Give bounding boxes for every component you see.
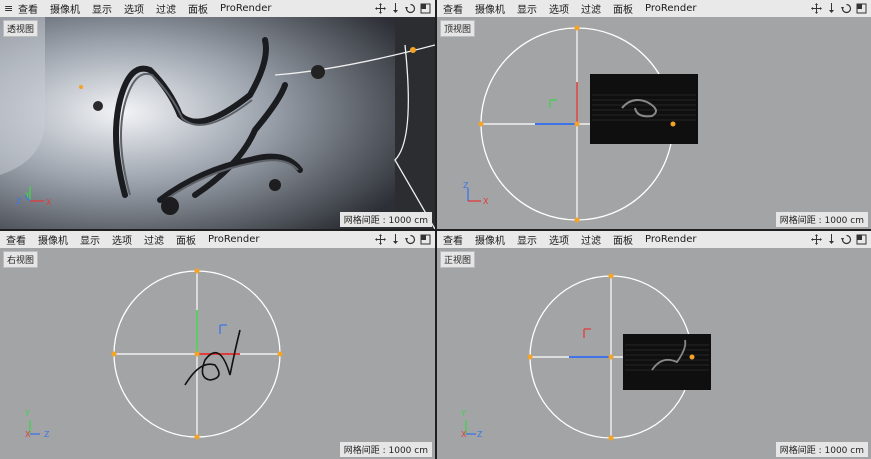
rotate-view-icon[interactable] bbox=[405, 234, 416, 245]
grid-spacing-info: 网格间距 : 1000 cm bbox=[775, 212, 868, 227]
axis-x-label: X bbox=[461, 430, 467, 439]
menu-prorender[interactable]: ProRender bbox=[645, 234, 696, 245]
maximize-icon[interactable] bbox=[420, 234, 431, 245]
menu-display[interactable]: 显示 bbox=[517, 232, 537, 247]
menu-camera[interactable]: 摄像机 bbox=[50, 1, 80, 16]
move-view-icon[interactable] bbox=[811, 3, 822, 14]
menu-filter[interactable]: 过滤 bbox=[581, 232, 601, 247]
menu-camera[interactable]: 摄像机 bbox=[38, 232, 68, 247]
menu-camera[interactable]: 摄像机 bbox=[475, 232, 505, 247]
menu-display[interactable]: 显示 bbox=[517, 1, 537, 16]
maximize-icon[interactable] bbox=[420, 3, 431, 14]
move-view-icon[interactable] bbox=[375, 3, 386, 14]
right-canvas[interactable] bbox=[0, 248, 435, 459]
maximize-icon[interactable] bbox=[856, 3, 867, 14]
menu-view[interactable]: 查看 bbox=[443, 1, 463, 16]
axis-x-label: X bbox=[46, 198, 52, 207]
top-viewport[interactable]: 查看 摄像机 显示 选项 过滤 面板 ProRender 顶视图 Z X 网格间… bbox=[437, 0, 871, 229]
menu-camera[interactable]: 摄像机 bbox=[475, 1, 505, 16]
menu-prorender[interactable]: ProRender bbox=[208, 234, 259, 245]
menu-view[interactable]: 查看 bbox=[6, 232, 26, 247]
move-view-icon[interactable] bbox=[375, 234, 386, 245]
menu-display[interactable]: 显示 bbox=[92, 1, 112, 16]
axis-x-label: X bbox=[25, 430, 31, 439]
grid-spacing-info: 网格间距 : 1000 cm bbox=[339, 442, 432, 457]
menu-filter[interactable]: 过滤 bbox=[156, 1, 176, 16]
menu-filter[interactable]: 过滤 bbox=[144, 232, 164, 247]
viewport-label: 右视图 bbox=[3, 251, 39, 268]
pan-down-icon[interactable] bbox=[390, 234, 401, 245]
move-view-icon[interactable] bbox=[811, 234, 822, 245]
axis-y-label: Y bbox=[25, 191, 30, 200]
top-menubar: 查看 摄像机 显示 选项 过滤 面板 ProRender bbox=[437, 0, 871, 17]
front-canvas[interactable] bbox=[437, 248, 871, 459]
perspective-menubar: ≡ 查看 摄像机 显示 选项 过滤 面板 ProRender bbox=[0, 0, 435, 17]
menu-options[interactable]: 选项 bbox=[549, 232, 569, 247]
rotate-view-icon[interactable] bbox=[405, 3, 416, 14]
menu-panel[interactable]: 面板 bbox=[613, 1, 633, 16]
pan-down-icon[interactable] bbox=[826, 3, 837, 14]
pan-down-icon[interactable] bbox=[390, 3, 401, 14]
viewport-label: 顶视图 bbox=[440, 20, 476, 37]
menu-filter[interactable]: 过滤 bbox=[581, 1, 601, 16]
grid-spacing-info: 网格间距 : 1000 cm bbox=[775, 442, 868, 457]
menu-prorender[interactable]: ProRender bbox=[645, 3, 696, 14]
front-viewport[interactable]: 查看 摄像机 显示 选项 过滤 面板 ProRender 正视图 Y X Z 网… bbox=[437, 231, 871, 459]
right-viewport[interactable]: 查看 摄像机 显示 选项 过滤 面板 ProRender 右视图 Y X Z 网… bbox=[0, 231, 435, 459]
menu-view[interactable]: 查看 bbox=[443, 232, 463, 247]
axis-z-label: Z bbox=[477, 430, 483, 439]
menu-options[interactable]: 选项 bbox=[549, 1, 569, 16]
grid-spacing-info: 网格间距 : 1000 cm bbox=[339, 212, 432, 227]
rotate-view-icon[interactable] bbox=[841, 234, 852, 245]
rotate-view-icon[interactable] bbox=[841, 3, 852, 14]
perspective-viewport[interactable]: ≡ 查看 摄像机 显示 选项 过滤 面板 ProRender 透视图 Y X Z… bbox=[0, 0, 435, 229]
pan-down-icon[interactable] bbox=[826, 234, 837, 245]
perspective-canvas[interactable] bbox=[0, 17, 435, 229]
menu-options[interactable]: 选项 bbox=[112, 232, 132, 247]
axis-y-label: Y bbox=[461, 409, 466, 418]
menu-panel[interactable]: 面板 bbox=[613, 232, 633, 247]
viewport-grid: ≡ 查看 摄像机 显示 选项 过滤 面板 ProRender 透视图 Y X Z… bbox=[0, 0, 871, 459]
menu-display[interactable]: 显示 bbox=[80, 232, 100, 247]
menu-panel[interactable]: 面板 bbox=[188, 1, 208, 16]
right-menubar: 查看 摄像机 显示 选项 过滤 面板 ProRender bbox=[0, 231, 435, 248]
axis-z-label: Z bbox=[16, 197, 22, 206]
menu-prorender[interactable]: ProRender bbox=[220, 3, 271, 14]
maximize-icon[interactable] bbox=[856, 234, 867, 245]
axis-z-label: Z bbox=[44, 430, 50, 439]
menu-panel[interactable]: 面板 bbox=[176, 232, 196, 247]
viewport-label: 透视图 bbox=[3, 20, 39, 37]
axis-x-label: X bbox=[483, 197, 489, 206]
menu-view[interactable]: 查看 bbox=[18, 1, 38, 16]
menu-options[interactable]: 选项 bbox=[124, 1, 144, 16]
hamburger-menu-icon[interactable]: ≡ bbox=[0, 2, 18, 15]
top-canvas[interactable] bbox=[437, 17, 871, 229]
axis-z-label: Z bbox=[463, 181, 469, 190]
front-menubar: 查看 摄像机 显示 选项 过滤 面板 ProRender bbox=[437, 231, 871, 248]
axis-y-label: Y bbox=[25, 409, 30, 418]
viewport-label: 正视图 bbox=[440, 251, 476, 268]
